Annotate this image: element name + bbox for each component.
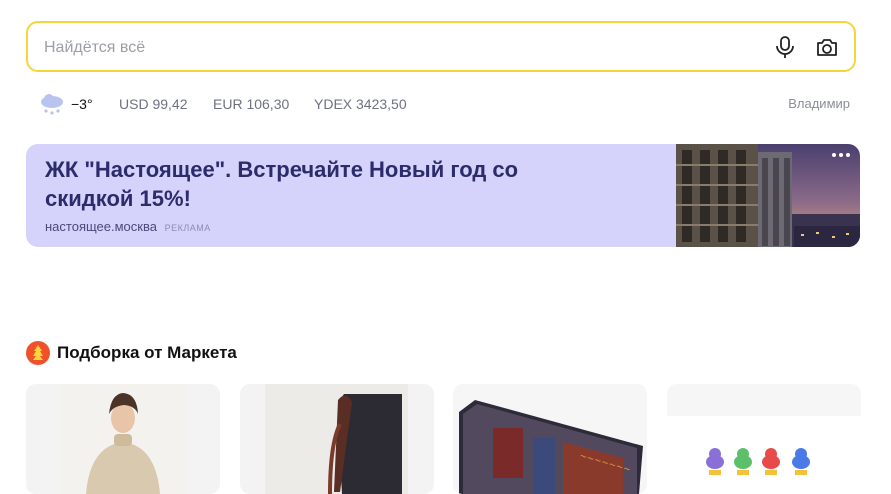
ad-title[interactable]: ЖК "Настоящее". Встречайте Новый год со … (45, 155, 605, 213)
rate-usd[interactable]: USD 99,42 (119, 96, 187, 112)
info-bar: −3° USD 99,42 EUR 106,30 YDEX 3423,50 Вл… (38, 92, 850, 116)
rate-ydex[interactable]: YDEX 3423,50 (314, 96, 407, 112)
rubber-ducks-product-icon (667, 384, 861, 494)
camera-search-icon[interactable] (814, 35, 840, 59)
cloud-snow-icon[interactable] (38, 92, 66, 116)
rate-eur[interactable]: EUR 106,30 (213, 96, 289, 112)
sweater-product-icon (59, 384, 187, 494)
microphone-icon[interactable] (774, 35, 796, 59)
search-bar[interactable] (26, 21, 856, 72)
bag-product-icon (265, 384, 408, 494)
market-section-label: Подборка от Маркета (57, 343, 237, 362)
christmas-tree-icon (26, 341, 50, 365)
ad-domain[interactable]: настоящее.москва (45, 219, 157, 234)
city-label[interactable]: Владимир (788, 96, 850, 111)
product-card[interactable] (667, 384, 861, 494)
temperature[interactable]: −3° (71, 96, 93, 112)
search-input[interactable] (42, 35, 746, 61)
product-card[interactable]: ~~~~~~~ (453, 384, 647, 494)
product-card[interactable] (26, 384, 220, 494)
product-card[interactable] (240, 384, 434, 494)
ad-banner[interactable]: ЖК "Настоящее". Встречайте Новый год со … (26, 144, 860, 247)
ad-source: настоящее.москва РЕКЛАМА (45, 219, 211, 234)
more-options-icon[interactable] (830, 150, 852, 160)
board-game-product-icon: ~~~~~~~ (453, 384, 647, 494)
ad-tag: РЕКЛАМА (164, 223, 211, 233)
